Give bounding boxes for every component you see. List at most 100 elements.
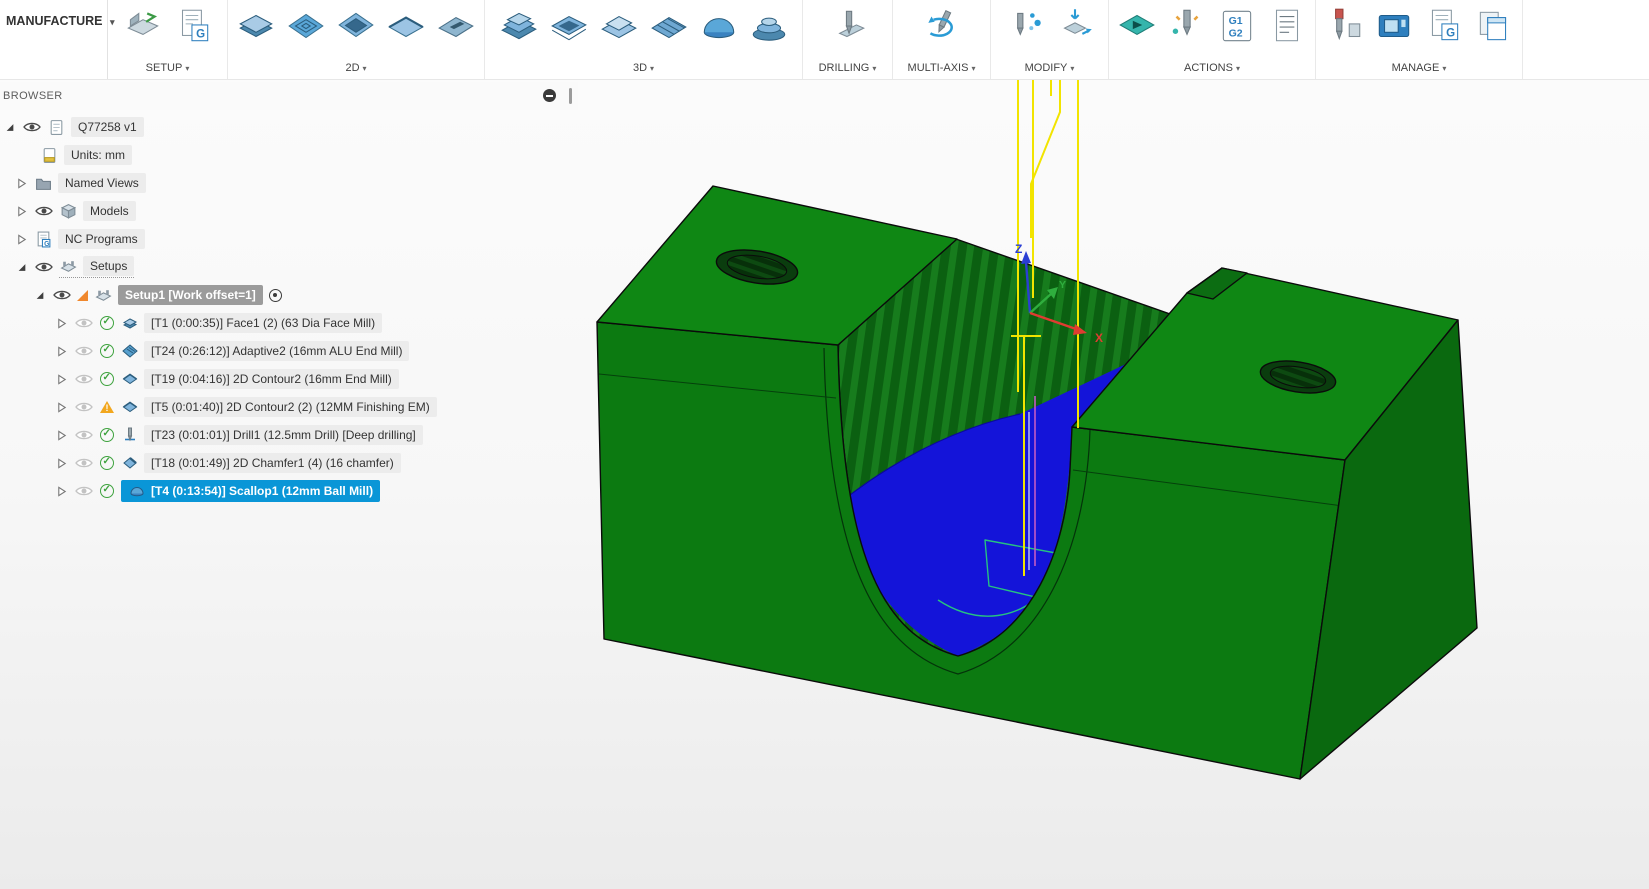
tree-item-operation[interactable]: [T5 (0:01:40)] 2D Contour2 (2) (12MM Fin…: [0, 393, 578, 421]
expand-arrow-icon[interactable]: [16, 233, 28, 245]
tree-item-operation[interactable]: [T1 (0:00:35)] Face1 (2) (63 Dia Face Mi…: [0, 309, 578, 337]
tree-item-named-views[interactable]: Named Views: [0, 169, 578, 197]
visibility-eye-icon[interactable]: [74, 401, 93, 413]
multi-axis-swarf-icon[interactable]: [920, 3, 964, 49]
toolbar-dropdown-drilling[interactable]: DRILLING: [819, 62, 877, 74]
expand-arrow-icon[interactable]: [16, 205, 28, 217]
visibility-eye-icon[interactable]: [74, 345, 93, 357]
operation-selected-pill[interactable]: [T4 (0:13:54)] Scallop1 (12mm Ball Mill): [121, 480, 381, 502]
modify-toolpath-icon[interactable]: [1003, 3, 1047, 49]
expand-arrow-icon[interactable]: [56, 485, 68, 497]
tree-item-label[interactable]: Models: [83, 201, 136, 221]
tree-item-label[interactable]: NC Programs: [58, 229, 145, 249]
tree-item-operation[interactable]: [T19 (0:04:16)] 2D Contour2 (16mm End Mi…: [0, 365, 578, 393]
templates-icon[interactable]: [1472, 3, 1516, 49]
3d-parallel-icon[interactable]: [647, 3, 691, 49]
toolbar-group-actions: G1 G2 ACTIONS: [1109, 0, 1316, 79]
tree-item-operation[interactable]: [T18 (0:01:49)] 2D Chamfer1 (4) (16 cham…: [0, 449, 578, 477]
work-offset-radio-icon[interactable]: [268, 288, 282, 302]
3d-scallop-icon[interactable]: [697, 3, 741, 49]
expand-arrow-icon[interactable]: [56, 401, 68, 413]
operation-label[interactable]: [T24 (0:26:12)] Adaptive2 (16mm ALU End …: [144, 341, 410, 361]
visibility-eye-icon[interactable]: [34, 205, 53, 217]
2d-contour-icon[interactable]: [384, 3, 428, 49]
workspace-tab[interactable]: MANUFACTURE: [0, 0, 108, 79]
toolbar-dropdown-manage[interactable]: MANAGE: [1392, 62, 1447, 74]
tool-library-icon[interactable]: [1322, 3, 1366, 49]
tree-item-label[interactable]: Named Views: [58, 173, 146, 193]
toolbar-dropdown-3d[interactable]: 3D: [633, 62, 654, 74]
operation-label[interactable]: [T23 (0:01:01)] Drill1 (12.5mm Drill) [D…: [144, 425, 423, 445]
visibility-eye-icon[interactable]: [22, 121, 41, 133]
tree-item-operation[interactable]: [T23 (0:01:01)] Drill1 (12.5mm Drill) [D…: [0, 421, 578, 449]
visibility-eye-icon[interactable]: [74, 317, 93, 329]
toolbar-dropdown-setup[interactable]: SETUP: [146, 62, 190, 74]
setup-sheet-icon[interactable]: [1265, 3, 1309, 49]
tree-item-label[interactable]: Q77258 v1: [71, 117, 144, 137]
expand-arrow-icon[interactable]: [16, 262, 28, 273]
operation-label[interactable]: [T18 (0:01:49)] 2D Chamfer1 (4) (16 cham…: [144, 453, 401, 473]
post-process-icon[interactable]: G1 G2: [1215, 3, 1259, 49]
visibility-eye-icon[interactable]: [74, 429, 93, 441]
tree-item-label[interactable]: Setups: [83, 256, 135, 276]
machine-library-icon[interactable]: [1372, 3, 1416, 49]
browser-header: BROWSER: [0, 82, 578, 110]
operation-label[interactable]: [T19 (0:04:16)] 2D Contour2 (16mm End Mi…: [144, 369, 399, 389]
operation-label[interactable]: [T5 (0:01:40)] 2D Contour2 (2) (12MM Fin…: [144, 397, 437, 417]
toolbar-dropdown-actions[interactable]: ACTIONS: [1184, 62, 1240, 74]
3d-pocket-clearing-icon[interactable]: [547, 3, 591, 49]
tree-item-label[interactable]: Units: mm: [64, 145, 132, 165]
2d-face-icon[interactable]: [234, 3, 278, 49]
expand-arrow-icon[interactable]: [56, 457, 68, 469]
adaptive-icon: [121, 343, 138, 359]
new-setup-icon[interactable]: [121, 3, 165, 49]
tree-item-nc-programs[interactable]: G NC Programs: [0, 225, 578, 253]
toolbar-dropdown-multi-axis[interactable]: MULTI-AXIS: [908, 62, 976, 74]
panel-minimize-icon[interactable]: [543, 89, 556, 102]
generate-toolpath-icon[interactable]: [1165, 3, 1209, 49]
expand-arrow-icon[interactable]: [56, 345, 68, 357]
axis-z-label: Z: [1015, 242, 1022, 256]
post-library-icon[interactable]: G: [1422, 3, 1466, 49]
nc-program-icon[interactable]: G: [171, 3, 215, 49]
3d-adaptive-clearing-icon[interactable]: [497, 3, 541, 49]
expand-arrow-icon[interactable]: [56, 317, 68, 329]
tree-item-units[interactable]: Units: mm: [0, 141, 578, 169]
tree-item-models[interactable]: Models: [0, 197, 578, 225]
tree-item-setup1[interactable]: Setup1 [Work offset=1]: [0, 281, 578, 309]
tree-item-operation-selected[interactable]: [T4 (0:13:54)] Scallop1 (12mm Ball Mill): [0, 477, 578, 505]
expand-arrow-icon[interactable]: [56, 429, 68, 441]
chamfer-icon: [121, 455, 138, 471]
visibility-eye-icon[interactable]: [74, 457, 93, 469]
2d-pocket-icon[interactable]: [334, 3, 378, 49]
visibility-eye-icon[interactable]: [74, 485, 93, 497]
visibility-eye-icon[interactable]: [52, 289, 71, 301]
toolbar-dropdown-2d[interactable]: 2D: [345, 62, 366, 74]
transform-toolpath-icon[interactable]: [1053, 3, 1097, 49]
svg-text:G1: G1: [1229, 15, 1243, 27]
drill-icon[interactable]: [826, 3, 870, 49]
tree-item-operation[interactable]: [T24 (0:26:12)] Adaptive2 (16mm ALU End …: [0, 337, 578, 365]
2d-slot-icon[interactable]: [434, 3, 478, 49]
expand-arrow-icon[interactable]: [34, 290, 46, 301]
setup-label[interactable]: Setup1 [Work offset=1]: [118, 285, 263, 305]
3d-spiral-icon[interactable]: [747, 3, 791, 49]
visibility-eye-icon[interactable]: [34, 261, 53, 273]
panel-resize-handle[interactable]: [569, 88, 572, 104]
operation-label[interactable]: [T1 (0:00:35)] Face1 (2) (63 Dia Face Mi…: [144, 313, 383, 333]
svg-text:G: G: [44, 240, 49, 247]
2d-adaptive-icon[interactable]: [284, 3, 328, 49]
expand-arrow-icon[interactable]: [56, 373, 68, 385]
expand-arrow-icon[interactable]: [4, 122, 16, 133]
toolbar-group-manage: G MANAGE: [1316, 0, 1523, 79]
browser-tree: Q77258 v1 Units: mm Named Views Models G…: [0, 110, 578, 505]
axis-y-label: Y: [1059, 279, 1066, 291]
expand-arrow-icon[interactable]: [16, 177, 28, 189]
3d-flat-icon[interactable]: [597, 3, 641, 49]
operation-label: [T4 (0:13:54)] Scallop1 (12mm Ball Mill): [151, 484, 374, 498]
visibility-eye-icon[interactable]: [74, 373, 93, 385]
tree-item-root[interactable]: Q77258 v1: [0, 113, 578, 141]
tree-item-setups[interactable]: Setups: [0, 253, 578, 281]
simulate-icon[interactable]: [1115, 3, 1159, 49]
toolbar-dropdown-modify[interactable]: MODIFY: [1025, 62, 1075, 74]
